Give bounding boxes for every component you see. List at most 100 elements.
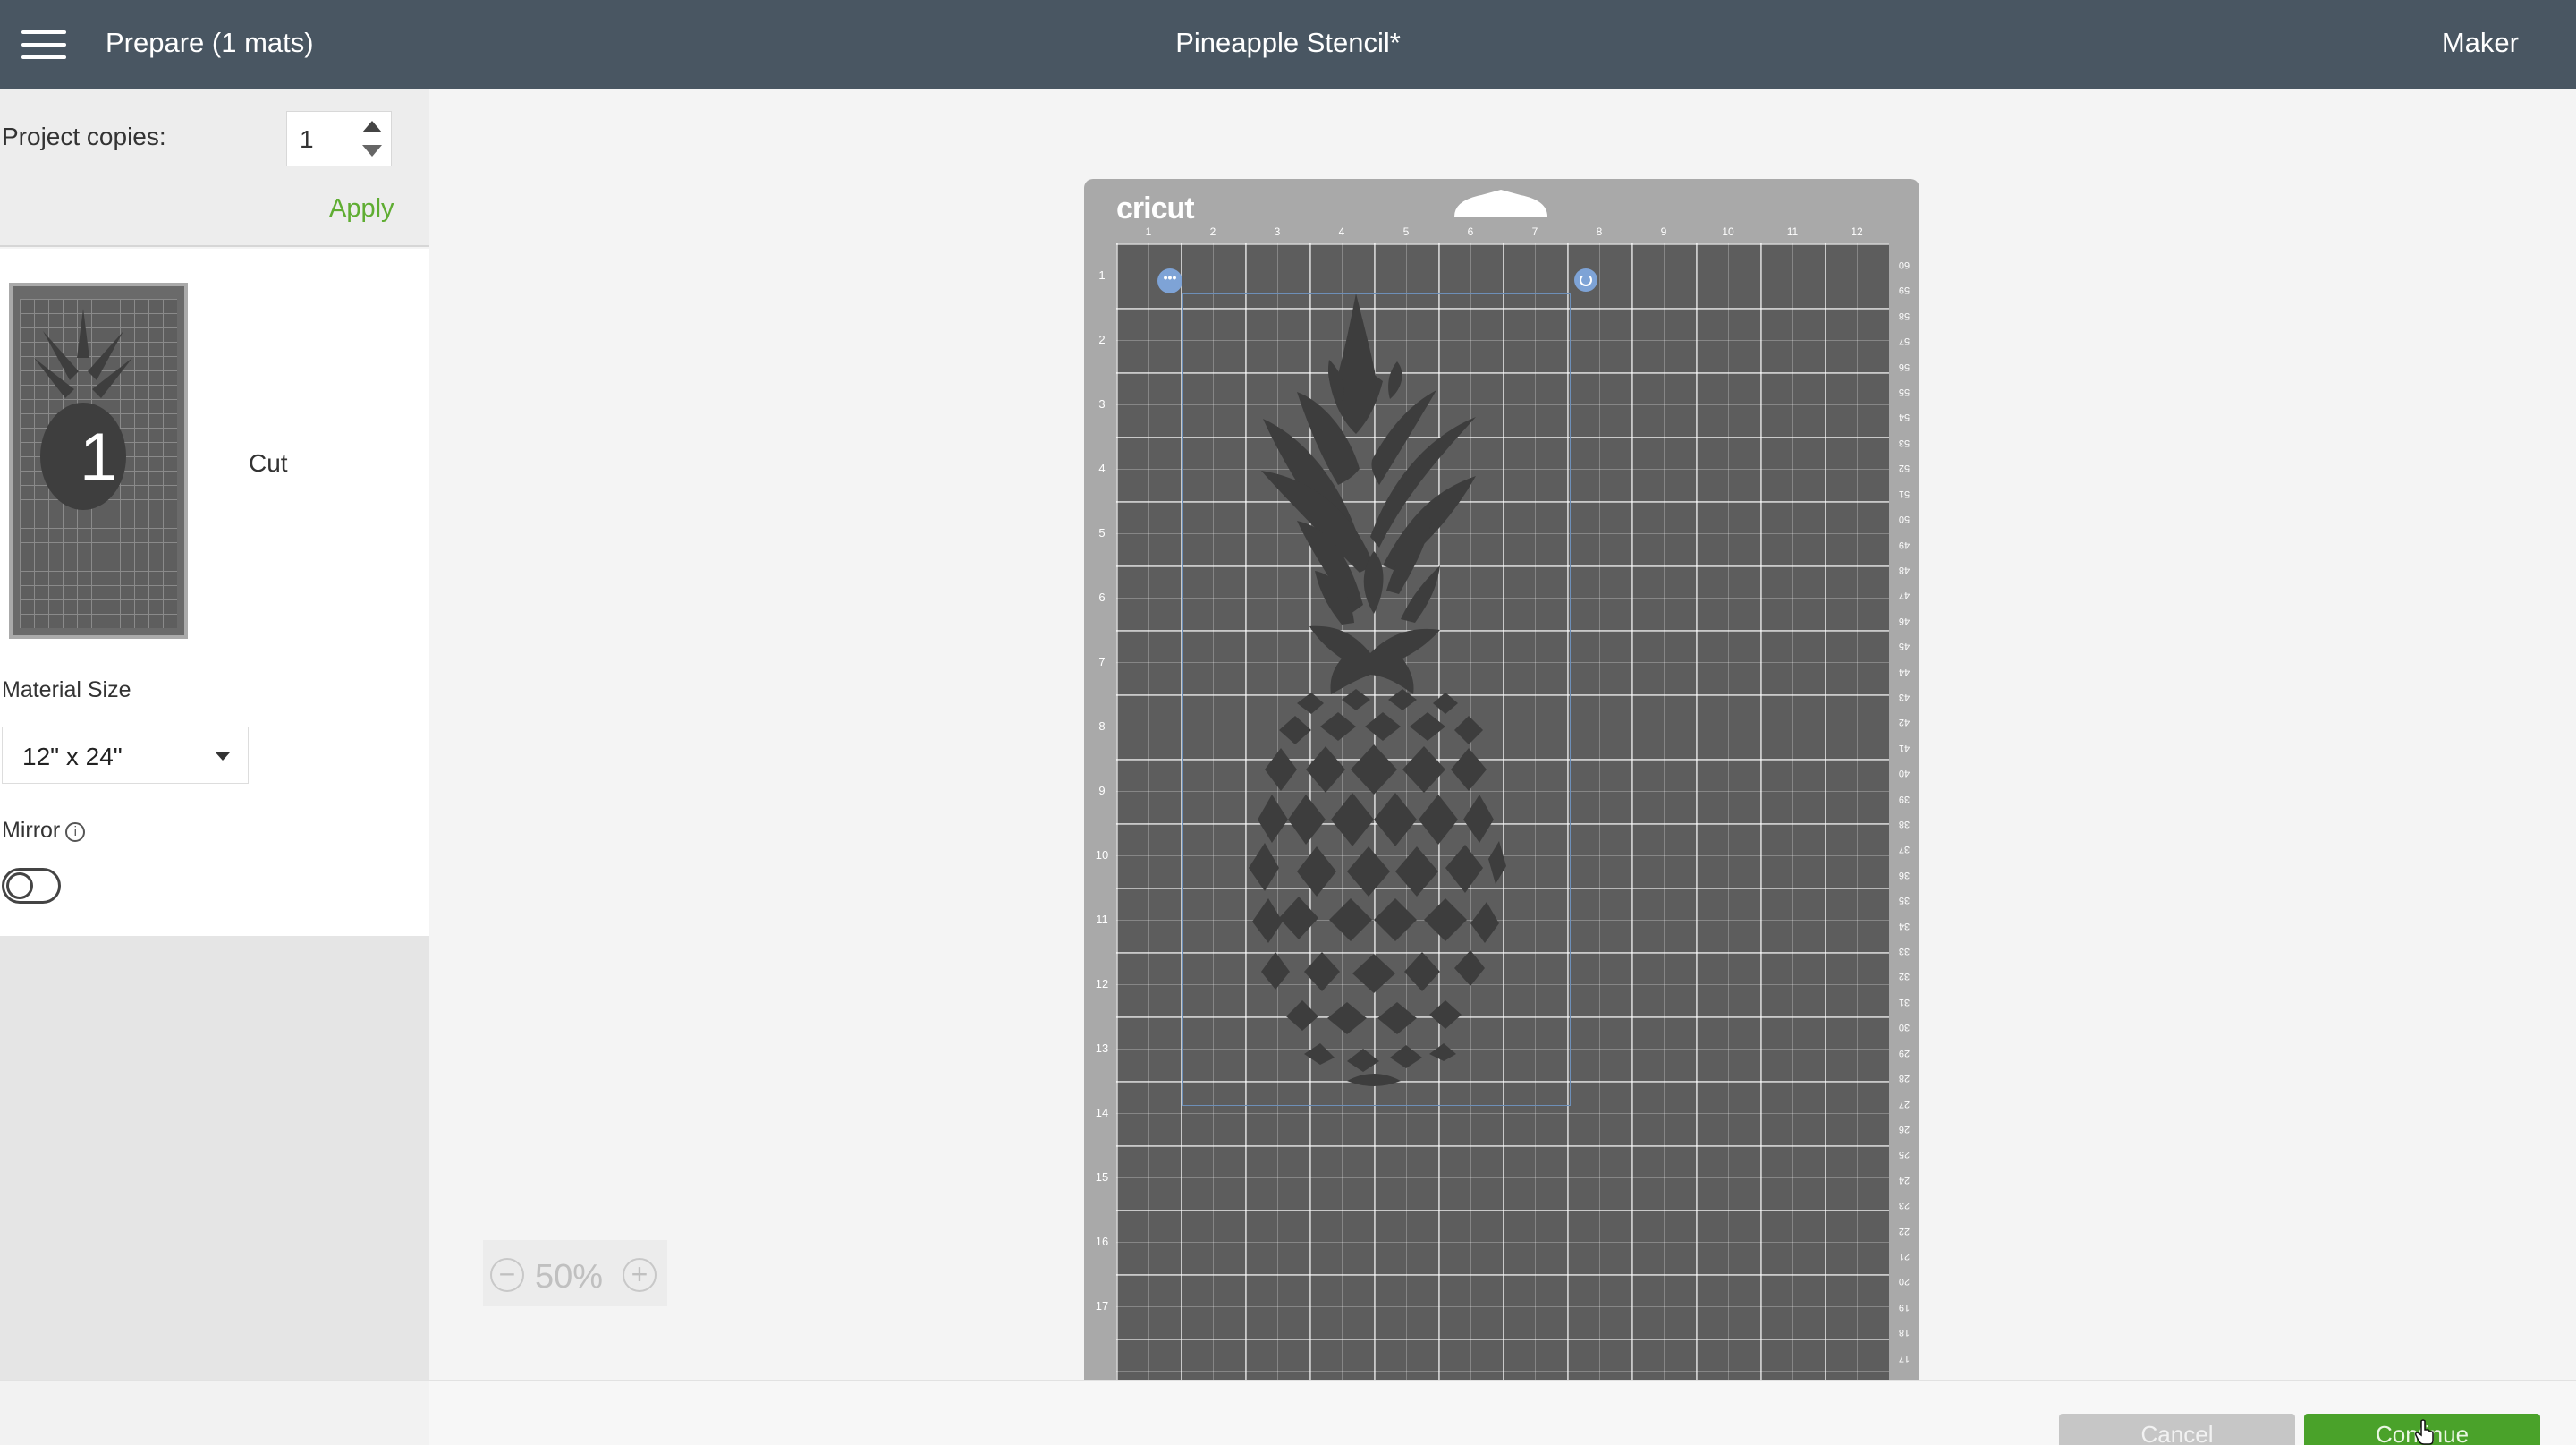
ruler-right-tick: 29 bbox=[1898, 1047, 1911, 1058]
ruler-right-tick: 46 bbox=[1898, 615, 1911, 626]
ruler-right-tick: 51 bbox=[1898, 488, 1911, 499]
ruler-right: 60 59 58 57 56 55 54 53 52 51 50 49 48 47 46 45 44 43 42 41… bbox=[1894, 243, 1914, 1380]
ruler-right-tick: 18 bbox=[1898, 1327, 1911, 1339]
prepare-title: Prepare (1 mats) bbox=[106, 27, 314, 58]
ruler-right-tick: 41 bbox=[1898, 742, 1911, 753]
mirror-toggle[interactable] bbox=[2, 868, 61, 904]
ruler-right-tick: 52 bbox=[1898, 463, 1911, 474]
zoom-control: − 50% + bbox=[483, 1240, 667, 1306]
info-icon[interactable]: i bbox=[65, 822, 86, 842]
ruler-left-tick: 11 bbox=[1096, 913, 1108, 926]
ruler-left-tick: 1 bbox=[1098, 268, 1106, 282]
ruler-left-tick: 13 bbox=[1095, 1041, 1109, 1055]
ruler-left-tick: 16 bbox=[1095, 1235, 1109, 1248]
ruler-right-tick: 48 bbox=[1898, 564, 1911, 575]
material-size-select[interactable]: 12" x 24" bbox=[2, 727, 249, 784]
ruler-right-tick: 17 bbox=[1898, 1352, 1911, 1364]
ruler-left-tick: 5 bbox=[1098, 526, 1106, 540]
ruler-top-tick: 8 bbox=[1596, 225, 1603, 238]
hand-cursor-icon bbox=[2415, 1419, 2434, 1445]
ruler-left-tick: 7 bbox=[1098, 655, 1106, 668]
project-title: Pineapple Stencil* bbox=[1175, 27, 1401, 58]
ruler-left-tick: 14 bbox=[1095, 1106, 1109, 1119]
machine-selector[interactable]: Maker bbox=[2442, 27, 2519, 59]
ruler-left-tick: 17 bbox=[1095, 1299, 1109, 1313]
menu-icon[interactable] bbox=[21, 30, 66, 59]
project-copies-input[interactable]: 1 bbox=[300, 125, 314, 154]
increment-icon[interactable] bbox=[362, 121, 382, 132]
ruler-right-tick: 53 bbox=[1898, 437, 1911, 448]
ruler-top: 1 2 3 4 5 6 7 8 9 10 11 12 bbox=[1116, 225, 1889, 243]
ruler-left: 1 2 3 4 5 6 7 8 9 10 11 12 13 14 15 16 17 bbox=[1091, 243, 1113, 1380]
mat-operation-label: Cut bbox=[249, 449, 288, 477]
ruler-top-tick: 6 bbox=[1467, 225, 1474, 238]
ruler-right-tick: 26 bbox=[1898, 1123, 1911, 1135]
more-options-handle[interactable]: ••• bbox=[1157, 268, 1182, 293]
zoom-in-button[interactable]: + bbox=[623, 1258, 657, 1292]
ruler-right-tick: 19 bbox=[1898, 1301, 1911, 1313]
ruler-left-tick: 6 bbox=[1098, 591, 1106, 604]
footer-left-area bbox=[0, 1381, 429, 1445]
mirror-toggle-knob bbox=[6, 872, 33, 899]
top-bar: Prepare (1 mats) Pineapple Stencil* Make… bbox=[0, 0, 2576, 89]
ruler-right-tick: 42 bbox=[1898, 717, 1911, 728]
ruler-right-tick: 58 bbox=[1898, 310, 1911, 321]
mirror-label: Mirror i bbox=[2, 818, 86, 844]
project-copies-stepper[interactable]: 1 bbox=[286, 111, 392, 166]
ruler-right-tick: 36 bbox=[1898, 869, 1911, 880]
zoom-level: 50% bbox=[535, 1258, 604, 1296]
ruler-left-tick: 12 bbox=[1095, 977, 1109, 990]
mat-thumbnail[interactable]: 1 bbox=[9, 283, 188, 639]
cancel-button[interactable]: Cancel bbox=[2059, 1414, 2295, 1445]
ruler-left-tick: 8 bbox=[1098, 719, 1106, 733]
ruler-right-tick: 45 bbox=[1898, 641, 1911, 652]
ruler-right-tick: 30 bbox=[1898, 1022, 1911, 1033]
project-copies-panel: Project copies: 1 Apply bbox=[0, 89, 429, 247]
ruler-top-tick: 7 bbox=[1531, 225, 1538, 238]
ruler-top-tick: 2 bbox=[1209, 225, 1216, 238]
mat-number: 1 bbox=[79, 420, 118, 496]
apply-button[interactable]: Apply bbox=[329, 194, 394, 224]
mat-notch-icon bbox=[1454, 190, 1547, 217]
decrement-icon[interactable] bbox=[362, 145, 382, 157]
ruler-top-tick: 4 bbox=[1338, 225, 1345, 238]
ruler-right-tick: 59 bbox=[1898, 285, 1911, 296]
ruler-right-tick: 33 bbox=[1898, 946, 1911, 957]
project-copies-label: Project copies: bbox=[2, 123, 166, 150]
ruler-left-tick: 10 bbox=[1095, 848, 1109, 862]
ruler-top-tick: 10 bbox=[1722, 225, 1734, 238]
ruler-right-tick: 50 bbox=[1898, 514, 1911, 525]
selection-bounding-box[interactable] bbox=[1182, 293, 1571, 1106]
ruler-top-tick: 11 bbox=[1786, 225, 1799, 238]
ruler-left-tick: 2 bbox=[1098, 333, 1106, 346]
rotate-handle-icon[interactable] bbox=[1574, 268, 1597, 292]
ruler-right-tick: 57 bbox=[1898, 336, 1911, 347]
ruler-right-tick: 25 bbox=[1898, 1149, 1911, 1160]
ruler-right-tick: 44 bbox=[1898, 666, 1911, 677]
ruler-top-tick: 1 bbox=[1145, 225, 1152, 238]
ruler-right-tick: 20 bbox=[1898, 1276, 1911, 1288]
ruler-right-tick: 60 bbox=[1898, 259, 1911, 270]
ruler-right-tick: 43 bbox=[1898, 691, 1911, 702]
ruler-right-tick: 54 bbox=[1898, 412, 1911, 423]
ruler-right-tick: 38 bbox=[1898, 819, 1911, 829]
ruler-right-tick: 47 bbox=[1898, 590, 1911, 601]
ruler-right-tick: 31 bbox=[1898, 996, 1911, 1007]
ruler-right-tick: 32 bbox=[1898, 971, 1911, 982]
ruler-left-tick: 9 bbox=[1098, 784, 1106, 797]
ruler-left-tick: 4 bbox=[1098, 462, 1106, 475]
mirror-label-text: Mirror bbox=[2, 818, 61, 843]
chevron-down-icon bbox=[216, 752, 230, 761]
ruler-right-tick: 35 bbox=[1898, 895, 1911, 906]
material-size-label: Material Size bbox=[2, 677, 131, 702]
ruler-top-tick: 12 bbox=[1851, 225, 1863, 238]
zoom-out-button[interactable]: − bbox=[490, 1258, 524, 1292]
sidebar-empty-area bbox=[0, 936, 429, 1380]
ruler-right-tick: 27 bbox=[1898, 1098, 1911, 1109]
ruler-right-tick: 28 bbox=[1898, 1073, 1911, 1084]
mat-brand-logo: cricut bbox=[1116, 191, 1195, 225]
material-size-value: 12" x 24" bbox=[22, 743, 123, 770]
ruler-right-tick: 24 bbox=[1898, 1174, 1911, 1186]
ruler-top-tick: 3 bbox=[1274, 225, 1281, 238]
mat-panel: 1 Cut Material Size 12" x 24" Mirror i bbox=[0, 249, 429, 936]
